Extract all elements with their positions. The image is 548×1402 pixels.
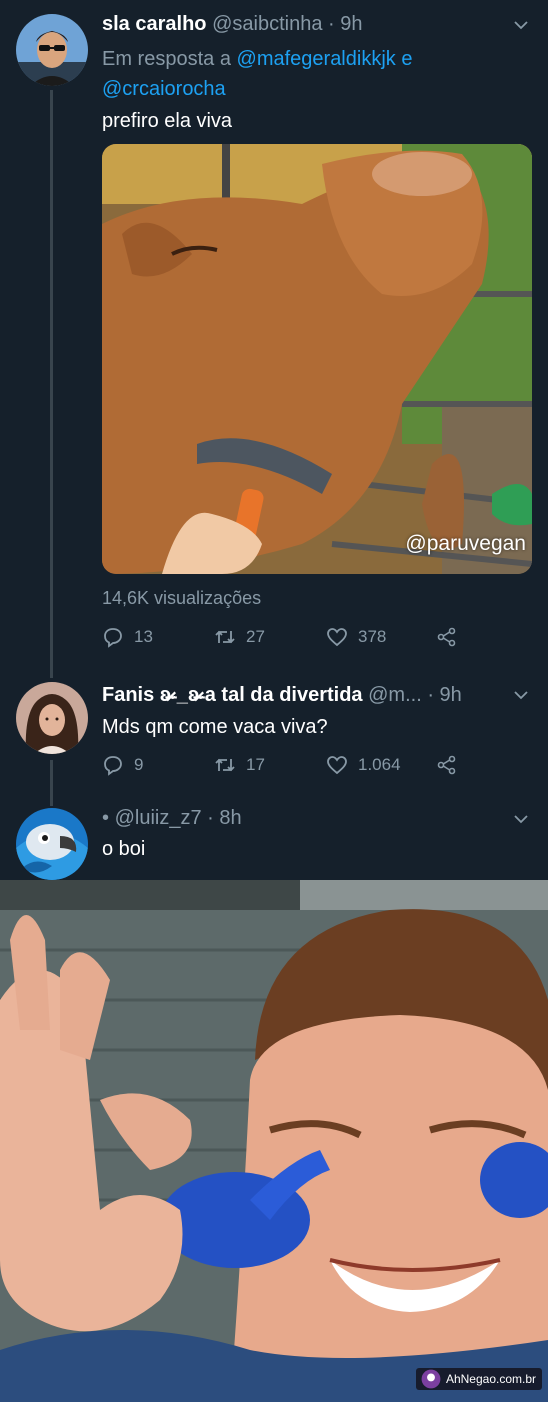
thread-line bbox=[50, 90, 53, 678]
display-name[interactable]: sla caralho bbox=[102, 13, 207, 35]
reply-count: 13 bbox=[134, 627, 153, 646]
timestamp[interactable]: · 9h bbox=[427, 684, 461, 706]
thread-line bbox=[50, 760, 53, 806]
chevron-down-icon[interactable] bbox=[512, 810, 530, 828]
like-count: 378 bbox=[358, 627, 387, 646]
tweet-thread: sla caralho @saibctinha · 9h Em resposta… bbox=[0, 0, 548, 880]
reply-count: 9 bbox=[134, 755, 144, 774]
heart-icon bbox=[327, 628, 347, 647]
watermark-text: AhNegao.com.br bbox=[445, 1372, 536, 1386]
site-logo-icon bbox=[421, 1369, 441, 1389]
avatar[interactable] bbox=[16, 14, 88, 86]
like-button[interactable]: 378 bbox=[326, 626, 386, 648]
tweet-text: prefiro ela viva bbox=[102, 110, 233, 132]
tweet-header: Fanis ʚ̴̶̷̷ _ʚ̴̶̷̷ a tal da divertida @m… bbox=[102, 684, 462, 707]
retweet-count: 17 bbox=[246, 755, 265, 774]
site-watermark: AhNegao.com.br bbox=[415, 1368, 542, 1390]
reply-button[interactable]: 9 bbox=[102, 754, 143, 776]
share-button[interactable] bbox=[436, 754, 458, 776]
retweet-icon bbox=[215, 630, 235, 644]
reply-prefix: Em resposta a bbox=[102, 48, 231, 70]
tweet-text: Mds qm come vaca viva? bbox=[102, 716, 328, 738]
mention-link[interactable]: @mafegeraldikkjk bbox=[237, 48, 396, 70]
reply-joiner: e bbox=[401, 48, 413, 70]
retweet-count: 27 bbox=[246, 627, 265, 646]
reply-icon bbox=[104, 756, 122, 776]
like-button[interactable]: 1.064 bbox=[326, 754, 401, 776]
mention-link[interactable]: @crcaiorocha bbox=[102, 78, 226, 100]
share-button[interactable] bbox=[436, 626, 458, 648]
handle[interactable]: @m... bbox=[368, 684, 422, 706]
view-count: 14,6K visualizações bbox=[102, 588, 262, 608]
video-watermark: @paruvegan bbox=[405, 532, 526, 555]
display-name[interactable]: Fanis ʚ̴̶̷̷ _ʚ̴̶̷̷ a tal da divertida bbox=[102, 684, 363, 706]
reply-button[interactable]: 13 bbox=[102, 626, 153, 648]
reply-icon bbox=[104, 628, 122, 648]
tweet-text: o boi bbox=[102, 838, 146, 860]
avatar[interactable] bbox=[16, 808, 88, 880]
chevron-down-icon[interactable] bbox=[512, 16, 530, 34]
display-name[interactable]: • bbox=[102, 807, 109, 829]
share-icon bbox=[437, 755, 456, 775]
retweet-button[interactable]: 27 bbox=[214, 626, 265, 648]
tweet-actions: 13 27 378 bbox=[102, 626, 522, 650]
retweet-icon bbox=[215, 758, 235, 772]
tweet-actions: 9 17 1.064 bbox=[102, 754, 522, 778]
reaction-image: AhNegao.com.br bbox=[0, 880, 548, 1402]
avatar[interactable] bbox=[16, 682, 88, 754]
chevron-down-icon[interactable] bbox=[512, 686, 530, 704]
tweet-header: • @luiiz_z7 · 8h bbox=[102, 807, 242, 830]
handle[interactable]: @saibctinha bbox=[212, 13, 322, 35]
timestamp[interactable]: · 8h bbox=[207, 807, 241, 829]
like-count: 1.064 bbox=[358, 755, 401, 774]
video-media[interactable]: @paruvegan bbox=[102, 144, 532, 574]
handle[interactable]: @luiiz_z7 bbox=[115, 807, 202, 829]
timestamp[interactable]: · 9h bbox=[328, 13, 362, 35]
tweet-header: sla caralho @saibctinha · 9h bbox=[102, 13, 362, 36]
retweet-button[interactable]: 17 bbox=[214, 754, 265, 776]
share-icon bbox=[437, 627, 456, 647]
reply-context: Em resposta a @mafegeraldikkjk e @crcaio… bbox=[102, 44, 522, 104]
heart-icon bbox=[327, 756, 347, 775]
